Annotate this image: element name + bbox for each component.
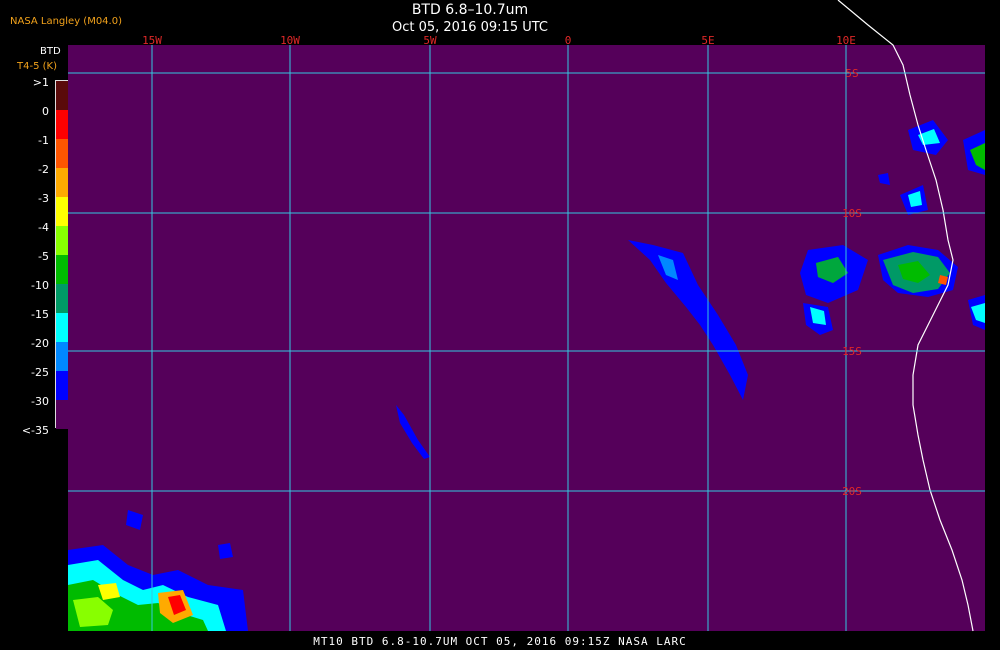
image-title: BTD 6.8–10.7um [411, 2, 529, 18]
colorbar-tick-label: -25 [31, 366, 49, 379]
colorbar-tick-label: -5 [38, 250, 49, 263]
longitude-label: 5E [701, 34, 714, 47]
colorbar-tick-label: >1 [32, 76, 49, 89]
image-timestamp: Oct 05, 2016 09:15 UTC [392, 20, 548, 35]
map-background [68, 45, 985, 631]
colorbar-units: T4-5 (K) [17, 61, 57, 72]
colorbar-tick-label: -3 [38, 192, 49, 205]
colorbar-tick-label: -4 [38, 221, 49, 234]
satellite-map: 15W 10W 5W 0 5E 10E 5S 10S 15S 20S [68, 0, 985, 632]
longitude-label: 5W [423, 34, 437, 47]
colorbar-header: BTD [40, 46, 61, 57]
footer-caption: MT10 BTD 6.8-10.7UM OCT 05, 2016 09:15Z … [313, 635, 687, 648]
longitude-label: 10E [836, 34, 856, 47]
colorbar-tick-label: <-35 [21, 424, 49, 437]
latitude-label: 5S [845, 67, 858, 80]
colorbar-tick-label: -1 [38, 134, 49, 147]
colorbar-tick-label: 0 [42, 105, 49, 118]
latitude-label: 10S [842, 207, 862, 220]
colorbar-tick-label: -10 [31, 279, 49, 292]
colorbar-tick-label: -15 [31, 308, 49, 321]
latitude-label: 15S [842, 345, 862, 358]
colorbar-tick-label: -2 [38, 163, 49, 176]
colorbar-tick-label: -30 [31, 395, 49, 408]
longitude-label: 0 [565, 34, 572, 47]
latitude-label: 20S [842, 485, 862, 498]
longitude-label: 10W [280, 34, 300, 47]
longitude-label: 15W [142, 34, 162, 47]
colorbar-tick-label: -20 [31, 337, 49, 350]
